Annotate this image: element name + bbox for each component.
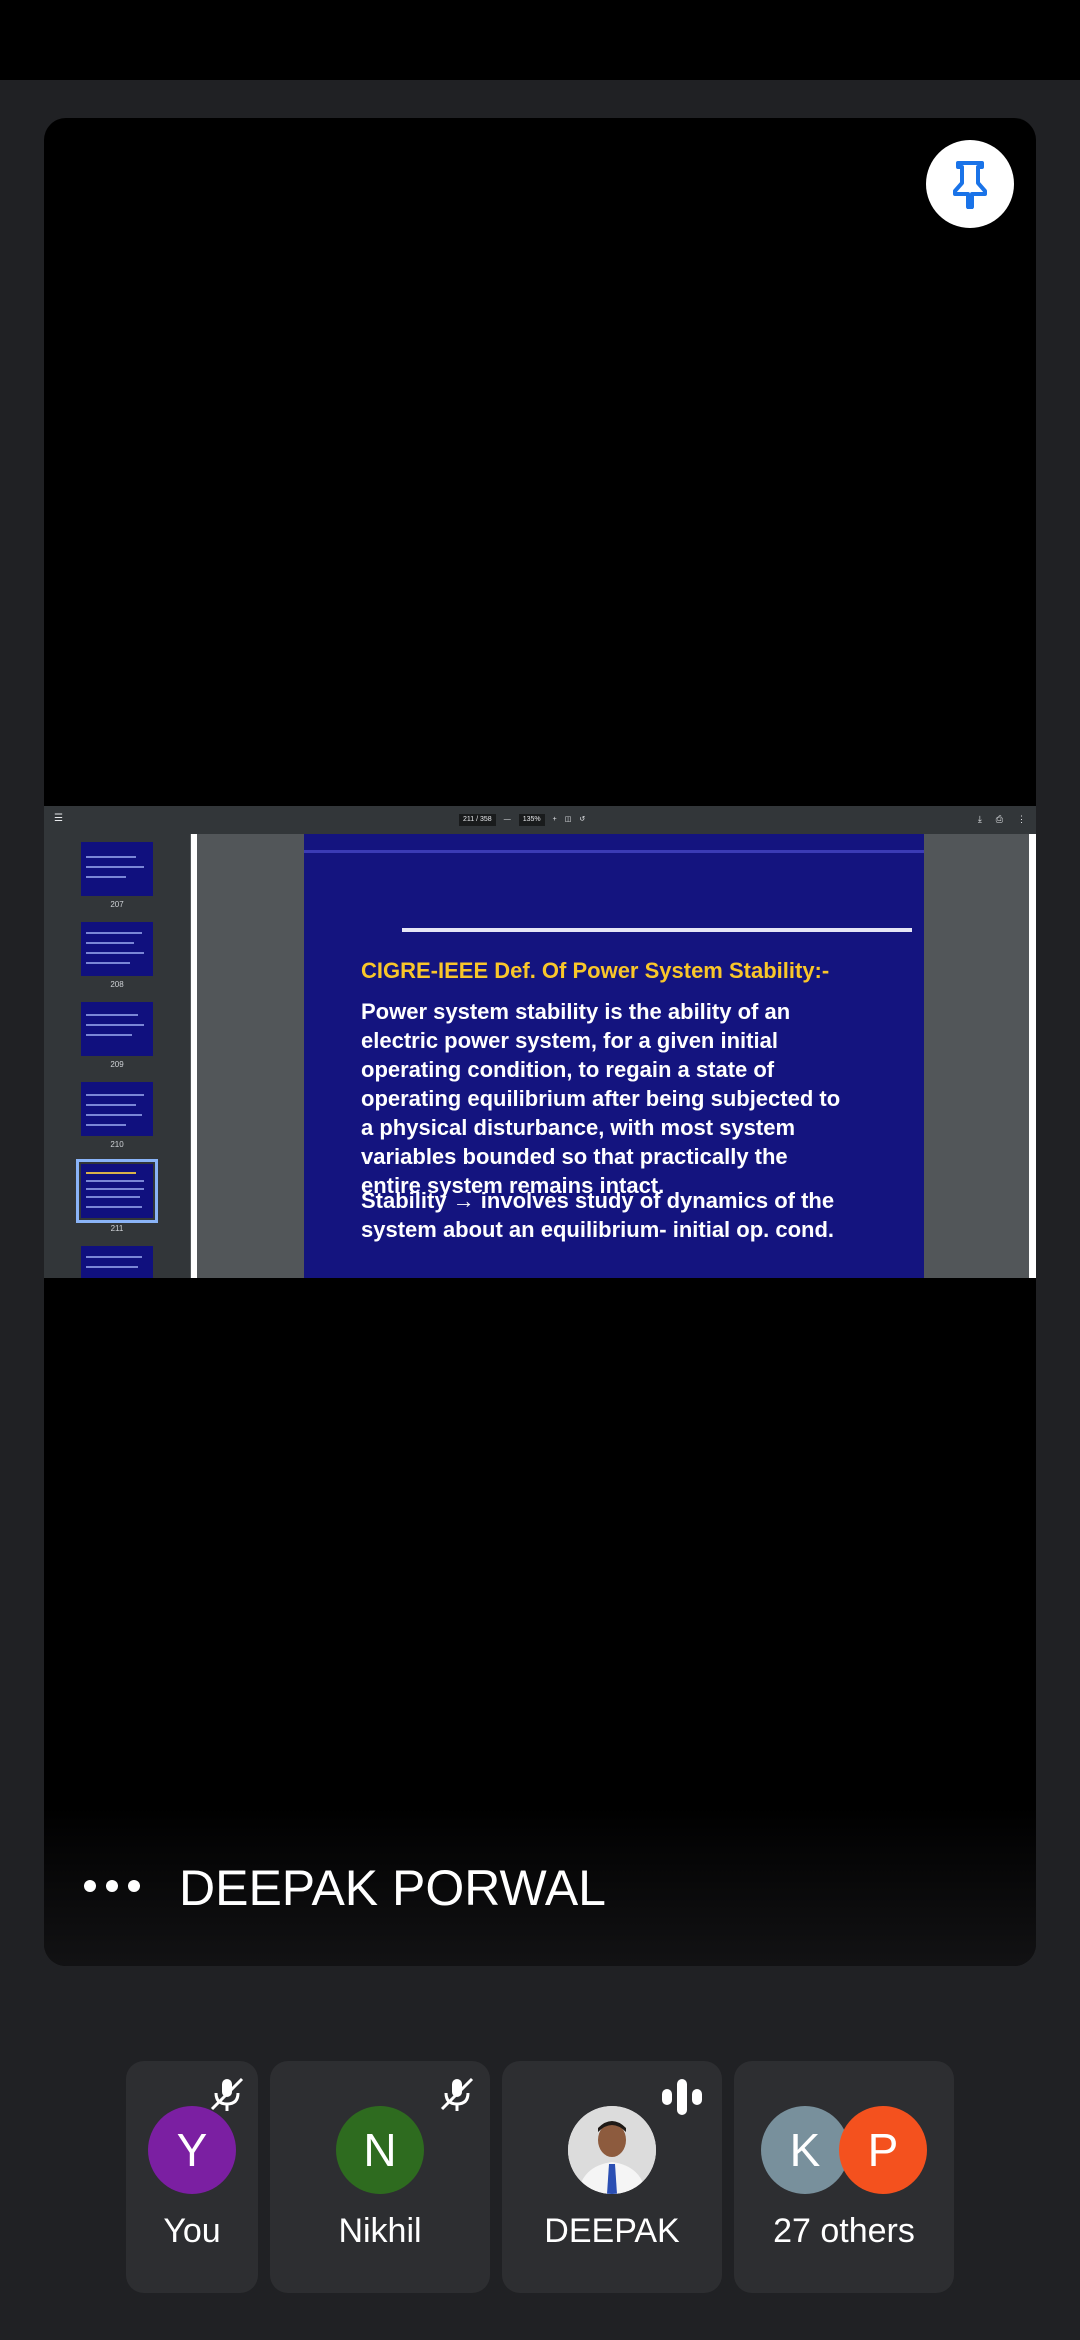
slide-title: CIGRE-IEEE Def. Of Power System Stabilit…	[361, 958, 830, 983]
participant-name: You	[163, 2212, 221, 2250]
participant-tile-deepak[interactable]: DEEPAK	[502, 2061, 722, 2293]
thumbnail-number: 211	[110, 1224, 124, 1233]
page-thumbnail[interactable]	[81, 922, 153, 976]
mic-off-icon	[440, 2077, 474, 2111]
menu-icon[interactable]: ☰	[54, 813, 63, 825]
slide-top-stripe	[304, 850, 924, 853]
pdf-page: CIGRE-IEEE Def. Of Power System Stabilit…	[304, 834, 924, 1278]
zoom-out-icon[interactable]: —	[504, 815, 511, 825]
participant-tile-you[interactable]: Y You	[126, 2061, 258, 2293]
slide-line: Power system stability is the ability of…	[361, 999, 791, 1024]
kebab-menu-icon[interactable]: ⋮	[1017, 813, 1026, 825]
thumbnail-number: 210	[110, 1140, 124, 1149]
speaker-nameplate: DEEPAK PORWAL	[44, 1806, 1036, 1966]
pin-icon	[953, 161, 987, 209]
avatar: P	[839, 2106, 927, 2194]
mic-off-icon	[210, 2077, 244, 2111]
avatar: K	[761, 2106, 849, 2194]
slide-line: a physical disturbance, with most system	[361, 1115, 796, 1140]
slide-definition: Power system stability is the ability of…	[361, 997, 909, 1200]
audio-level-icon	[662, 2079, 702, 2115]
thumbnail-number: 207	[110, 900, 124, 909]
page-thumbnail[interactable]	[81, 842, 153, 896]
avatar: Y	[148, 2106, 236, 2194]
zoom-in-icon[interactable]: +	[553, 815, 557, 825]
thumbnail-sidebar: 207 208 209 210 211	[44, 834, 190, 1278]
fit-page-icon[interactable]: ◫	[565, 815, 572, 825]
slide-line: electric power system, for a given initi…	[361, 1028, 778, 1053]
more-options-icon[interactable]	[84, 1872, 140, 1900]
page-thumbnail-selected[interactable]	[76, 1159, 158, 1223]
slide-line: operating equilibrium after being subjec…	[361, 1086, 841, 1111]
page-thumbnail[interactable]	[81, 1082, 153, 1136]
zoom-level[interactable]: 135%	[518, 814, 545, 826]
avatar: N	[336, 2106, 424, 2194]
page-thumbnail[interactable]	[81, 1246, 153, 1278]
main-video-stage[interactable]: ☰ 211 / 358 — 135% + ◫ ↺ ⤓ ⎙ ⋮ 207 208 2…	[44, 118, 1036, 1966]
download-icon[interactable]: ⤓	[978, 813, 982, 825]
slide-line: system about an equilibrium- initial op.…	[361, 1217, 835, 1242]
pin-button[interactable]	[926, 140, 1014, 228]
shared-screen: ☰ 211 / 358 — 135% + ◫ ↺ ⤓ ⎙ ⋮ 207 208 2…	[44, 806, 1036, 1278]
speaker-name: DEEPAK PORWAL	[179, 1860, 606, 1916]
slide-line: variables bounded so that practically th…	[361, 1144, 788, 1169]
print-icon[interactable]: ⎙	[996, 813, 1003, 825]
slide-rule	[402, 928, 912, 932]
slide-stability: Stability → involves study of dynamics o…	[361, 1186, 909, 1244]
page-thumbnail[interactable]	[81, 1002, 153, 1056]
page-scrollbar[interactable]	[1029, 834, 1036, 1278]
participant-name: DEEPAK	[544, 2212, 680, 2250]
rotate-icon[interactable]: ↺	[579, 815, 585, 825]
thumbnail-number: 208	[110, 980, 124, 989]
slide-line: operating condition, to regain a state o…	[361, 1057, 775, 1082]
participant-tile-others[interactable]: K P 27 others	[734, 2061, 954, 2293]
sidebar-scrollbar[interactable]	[191, 834, 197, 1278]
slide-line: Stability → involves study of dynamics o…	[361, 1188, 835, 1213]
participant-name: Nikhil	[338, 2212, 422, 2250]
participant-name: 27 others	[773, 2212, 915, 2250]
avatar-photo	[568, 2106, 656, 2194]
participant-tile-nikhil[interactable]: N Nikhil	[270, 2061, 490, 2293]
pdf-toolbar: ☰ 211 / 358 — 135% + ◫ ↺ ⤓ ⎙ ⋮	[44, 806, 1036, 834]
status-bar	[0, 0, 1080, 80]
thumbnail-number: 209	[110, 1060, 124, 1069]
page-indicator[interactable]: 211 / 358	[459, 814, 496, 826]
